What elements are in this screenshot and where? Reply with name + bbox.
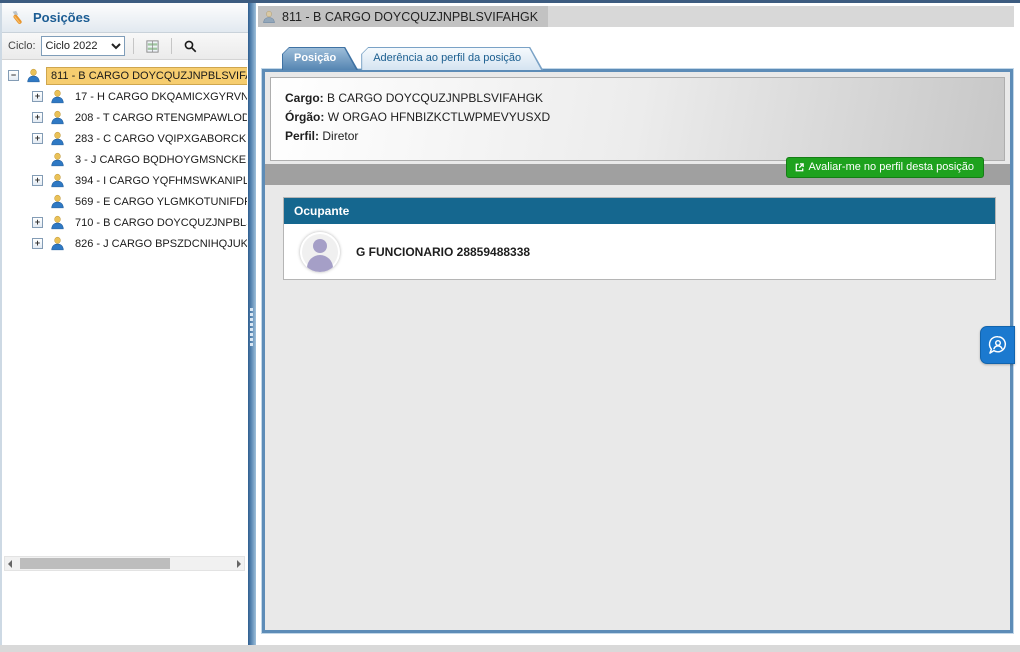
user-icon (50, 152, 65, 167)
toolbar-separator (171, 38, 172, 54)
cycle-select[interactable]: Ciclo 2022 (41, 36, 125, 56)
search-icon[interactable] (180, 36, 201, 57)
user-icon (50, 194, 65, 209)
cycle-toolbar: Ciclo: Ciclo 2022 (2, 33, 248, 60)
positions-panel-header: Posições (2, 3, 248, 33)
tree-item-label: 569 - E CARGO YLGMKOTUNIFDRXECZQHW (71, 194, 247, 210)
orgao-line: Órgão: W ORGAO HFNBIZKCTLWPMEVYUSXD (285, 108, 1004, 127)
tree-item-label: 710 - B CARGO DOYCQUZJNPBLSVIFAHGK (L (71, 215, 247, 231)
expander-icon[interactable]: + (32, 112, 43, 123)
positions-panel: Posições Ciclo: Ciclo 2022 − (0, 3, 248, 645)
tree-item-label: 826 - J CARGO BPSZDCNIHQJUKLEGXFTY (H (71, 236, 247, 252)
orgao-value: W ORGAO HFNBIZKCTLWPMEVYUSXD (328, 110, 550, 124)
tree-item-label: 3 - J CARGO BQDHOYGMSNCKERAPTVJZ (B (71, 152, 247, 168)
occupant-name: G FUNCIONARIO 28859488338 (356, 245, 530, 259)
detail-title-chip: 811 - B CARGO DOYCQUZJNPBLSVIFAHGK (258, 6, 548, 27)
tree-item-label: 394 - I CARGO YQFHMSWKANIPLCTBRJEX (A (71, 173, 247, 189)
tree-item[interactable]: + 283 - C CARGO VQIPXGABORCKUZDLEYWN (2, 128, 247, 149)
cycle-label: Ciclo: (8, 40, 36, 52)
tree-item[interactable]: + 17 - H CARGO DKQAMICXGYRVNOHJEZLF (O (2, 86, 247, 107)
cargo-label: Cargo: (285, 91, 324, 105)
perfil-label: Perfil: (285, 129, 319, 143)
avatar-body-shape (307, 255, 333, 272)
splitter-grip-icon[interactable] (250, 308, 253, 346)
expander-icon[interactable]: + (32, 91, 43, 102)
tree-item[interactable]: + 394 - I CARGO YQFHMSWKANIPLCTBRJEX (A (2, 170, 247, 191)
tree-item-label: 208 - T CARGO RTENGMPAWLODQCHUSXVI (71, 110, 247, 126)
perfil-value: Diretor (322, 129, 358, 143)
occupant-header: Ocupante (284, 198, 995, 224)
occupant-row: G FUNCIONARIO 28859488338 (284, 224, 995, 279)
orgao-label: Órgão: (285, 110, 324, 124)
expander-icon[interactable]: − (8, 70, 19, 81)
detail-tabs: Posição Aderência ao perfil da posição (282, 47, 543, 70)
tools-icon (10, 10, 26, 26)
position-info-box: Cargo: B CARGO DOYCQUZJNPBLSVIFAHGK Órgã… (270, 77, 1005, 161)
detail-title: 811 - B CARGO DOYCQUZJNPBLSVIFAHGK (282, 10, 538, 24)
tab-aderencia-perfil[interactable]: Aderência ao perfil da posição (361, 47, 543, 70)
occupant-panel: Ocupante G FUNCIONARIO 28859488338 (283, 197, 996, 280)
avatar-head-shape (313, 239, 327, 253)
expander-icon[interactable]: + (32, 238, 43, 249)
tree-item[interactable]: 3 - J CARGO BQDHOYGMSNCKERAPTVJZ (B (2, 149, 247, 170)
external-link-icon (794, 162, 805, 173)
tree-item[interactable]: 569 - E CARGO YLGMKOTUNIFDRXECZQHW (2, 191, 247, 212)
tab-content-frame: Cargo: B CARGO DOYCQUZJNPBLSVIFAHGK Órgã… (262, 69, 1013, 633)
user-icon (50, 215, 65, 230)
tree-item-label: 17 - H CARGO DKQAMICXGYRVNOHJEZLF (O (71, 89, 247, 105)
cargo-value: B CARGO DOYCQUZJNPBLSVIFAHGK (327, 91, 543, 105)
avatar (300, 232, 340, 272)
scroll-right-icon[interactable] (237, 560, 241, 568)
user-icon (50, 236, 65, 251)
scrollbar-thumb[interactable] (20, 558, 170, 569)
evaluate-me-button[interactable]: Avaliar-me no perfil desta posição (786, 157, 985, 178)
user-icon (50, 131, 65, 146)
user-icon (50, 110, 65, 125)
tree-item[interactable]: + 826 - J CARGO BPSZDCNIHQJUKLEGXFTY (H (2, 233, 247, 254)
tree-horizontal-scrollbar[interactable] (4, 556, 245, 571)
tree-item-label: 811 - B CARGO DOYCQUZJNPBLSVIFAHGK (G FU… (47, 68, 247, 84)
tree-item[interactable]: + 710 - B CARGO DOYCQUZJNPBLSVIFAHGK (L (2, 212, 247, 233)
detail-titlebar: 811 - B CARGO DOYCQUZJNPBLSVIFAHGK (258, 6, 1014, 27)
user-icon (50, 173, 65, 188)
expander-icon[interactable]: + (32, 217, 43, 228)
tree-item[interactable]: − 811 - B CARGO DOYCQUZJNPBLSVIFAHGK (G … (2, 65, 247, 86)
chat-flyout-button[interactable] (980, 326, 1015, 364)
cargo-line: Cargo: B CARGO DOYCQUZJNPBLSVIFAHGK (285, 89, 1004, 108)
perfil-line: Perfil: Diretor (285, 127, 1004, 146)
chat-bubble-icon (987, 334, 1009, 356)
tree-item-label: 283 - C CARGO VQIPXGABORCKUZDLEYWN (71, 131, 247, 147)
panel-title: Posições (33, 10, 90, 25)
expander-icon[interactable]: + (32, 133, 43, 144)
expander-icon[interactable]: + (32, 175, 43, 186)
user-icon (26, 68, 41, 83)
positions-tree: − 811 - B CARGO DOYCQUZJNPBLSVIFAHGK (G … (2, 65, 247, 555)
scroll-left-icon[interactable] (8, 560, 12, 568)
position-detail-panel: 811 - B CARGO DOYCQUZJNPBLSVIFAHGK Posiç… (256, 3, 1020, 645)
user-icon (262, 10, 276, 24)
tree-item[interactable]: + 208 - T CARGO RTENGMPAWLODQCHUSXVI (2, 107, 247, 128)
user-icon (50, 89, 65, 104)
table-icon[interactable] (142, 36, 163, 57)
tab-posicao[interactable]: Posição (282, 47, 358, 70)
panel-splitter[interactable] (248, 3, 256, 645)
toolbar-separator (133, 38, 134, 54)
